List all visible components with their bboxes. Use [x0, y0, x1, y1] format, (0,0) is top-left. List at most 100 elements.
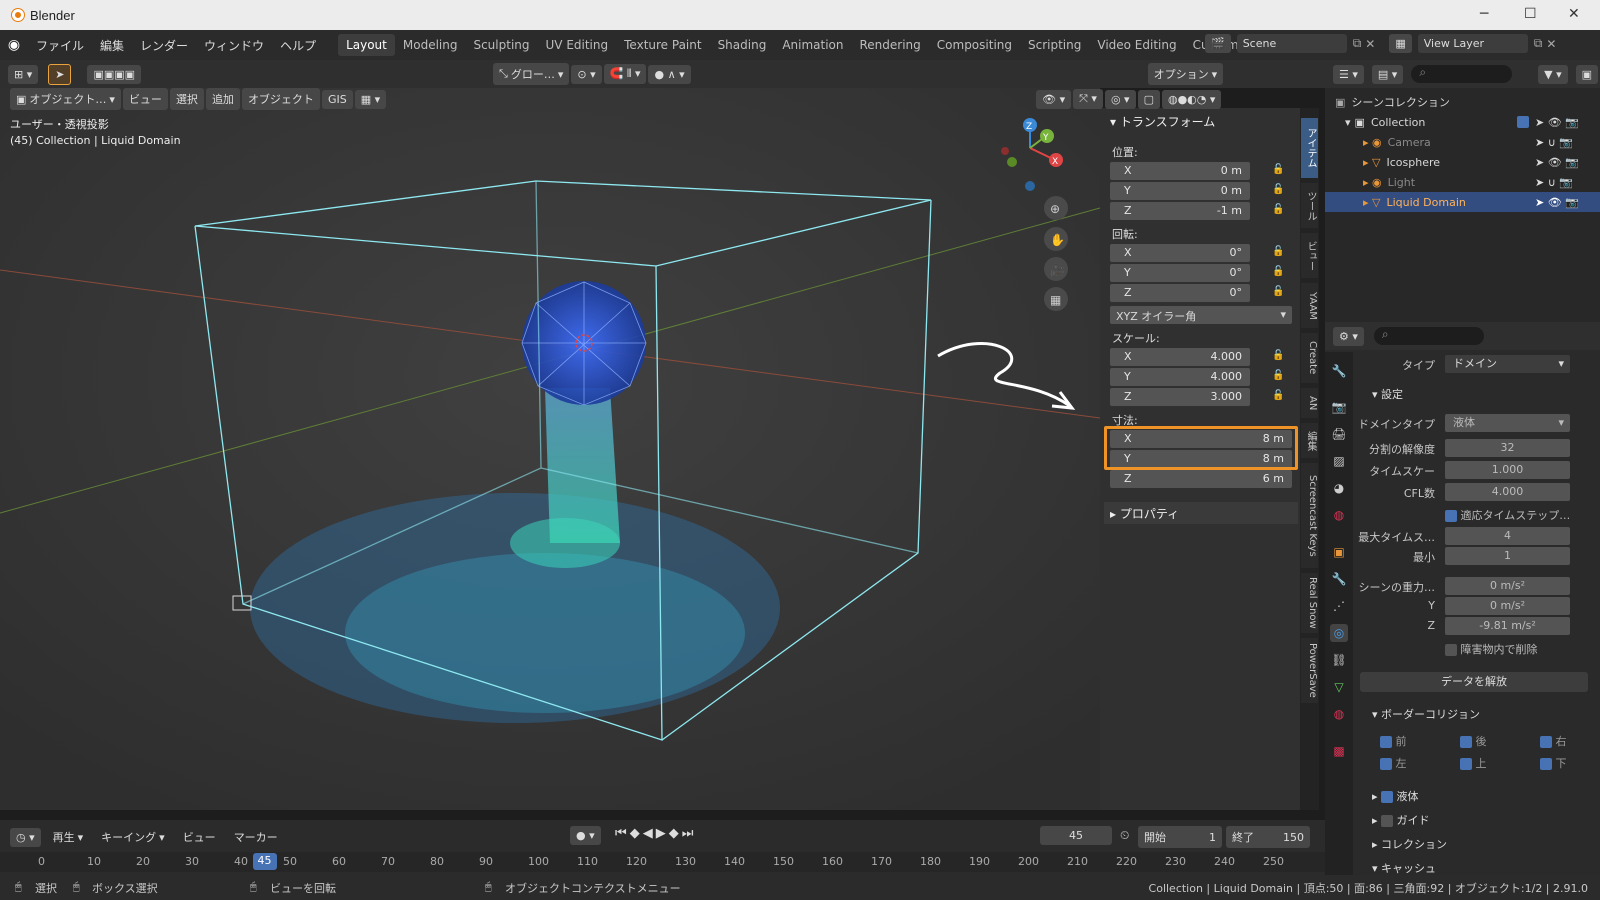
free-data-button[interactable]: データを解放 [1360, 672, 1588, 692]
editor-type-button[interactable]: ⊞ ▾ [8, 64, 39, 84]
start-frame-field[interactable]: 開始 1 [1138, 826, 1222, 848]
scene-icon[interactable]: 🎬 [1205, 34, 1231, 53]
rotation-z-field[interactable]: Z 0° [1110, 284, 1250, 302]
gis-menu[interactable]: GIS [321, 89, 353, 109]
menu-help[interactable]: ヘルプ [272, 37, 324, 54]
outliner-item-camera[interactable]: ▸ ◉ Camera ➤ ∪ 📷 [1325, 132, 1600, 152]
editor-type-button[interactable]: ☰ ▾ [1333, 64, 1364, 84]
editor-type-button[interactable]: ◷ ▾ [10, 827, 41, 847]
end-frame-field[interactable]: 終了 150 [1226, 826, 1310, 848]
current-frame-marker[interactable]: 45 [252, 853, 277, 870]
border-left-checkbox[interactable]: 左 [1380, 755, 1407, 771]
collection-panel[interactable]: ▸ コレクション [1372, 836, 1447, 852]
tab-shading[interactable]: Shading [710, 34, 775, 56]
frame-ruler[interactable]: 0 10 20 30 40 50 60 70 80 90 100 110 120 130 140 150 160… [0, 852, 1325, 872]
scale-y-field[interactable]: Y 4.000 [1110, 368, 1250, 386]
lock-icon[interactable]: 🔓 [1272, 286, 1286, 300]
playback-controls[interactable]: ⏮◆◀▶◆⏭ [615, 826, 696, 841]
select-tool-icon[interactable]: ➤ [48, 63, 72, 85]
display-mode-button[interactable]: ▤ ▾ [1371, 64, 1404, 84]
search-icon[interactable]: ⌕ [1373, 327, 1484, 345]
copy-view-layer-icon[interactable]: ⧉ [1534, 36, 1543, 51]
tab-real-snow[interactable]: Real Snow [1301, 573, 1318, 633]
editor-type-button[interactable]: ⚙ ▾ [1333, 326, 1364, 346]
tab-animation[interactable]: Animation [774, 34, 851, 56]
render-tab-icon[interactable]: 📷 [1330, 398, 1348, 416]
max-timestep-field[interactable]: 4 [1445, 527, 1570, 545]
proportional-edit-button[interactable]: ● ∧ ▾ [648, 64, 691, 84]
domain-type-dropdown[interactable]: 液体 ▾ [1445, 414, 1570, 432]
scale-z-field[interactable]: Z 3.000 [1110, 388, 1250, 406]
border-front-checkbox[interactable]: 前 [1380, 733, 1407, 749]
gravity-y-field[interactable]: 0 m/s² [1445, 597, 1570, 615]
tab-view[interactable]: ビュー [1301, 233, 1318, 278]
constraints-tab-icon[interactable]: ⛓ [1330, 651, 1348, 669]
outliner-item-light[interactable]: ▸ ◉ Light ➤ ∪ 📷 [1325, 172, 1600, 192]
tab-scripting[interactable]: Scripting [1020, 34, 1089, 56]
guide-panel[interactable]: ▸ ガイド [1372, 812, 1430, 828]
view-menu[interactable]: ビュー [122, 88, 168, 110]
snap-dropdown[interactable]: 🧲 ⫴ ▾ [603, 64, 647, 84]
lock-icon[interactable]: 🔓 [1272, 246, 1286, 260]
properties-panel-header[interactable]: ▸ プロパティ [1104, 502, 1298, 524]
border-back-checkbox[interactable]: 後 [1460, 733, 1487, 749]
view-menu[interactable]: ビュー [177, 826, 222, 848]
adaptive-timestep-checkbox[interactable]: 適応タイムステップ… [1445, 507, 1570, 523]
lock-icon[interactable]: 🔓 [1272, 350, 1286, 364]
options-dropdown[interactable]: オプション ▾ [1147, 63, 1224, 85]
lock-icon[interactable]: 🔓 [1272, 184, 1286, 198]
lock-icon[interactable]: 🔓 [1272, 204, 1286, 218]
gizmo-dropdown[interactable]: ⤧ ▾ [1073, 89, 1103, 109]
delete-view-layer-icon[interactable]: ✕ [1546, 37, 1556, 51]
minimize-icon[interactable]: ─ [1480, 6, 1488, 22]
cfl-field[interactable]: 4.000 [1445, 483, 1570, 501]
menu-render[interactable]: レンダー [132, 37, 196, 54]
playback-menu[interactable]: 再生 ▾ [47, 826, 90, 848]
tab-modeling[interactable]: Modeling [395, 34, 466, 56]
copy-icon[interactable]: ⧉ [1353, 36, 1362, 51]
tab-screencast-keys[interactable]: Screencast Keys [1301, 463, 1318, 568]
keying-menu[interactable]: キーイング ▾ [95, 826, 171, 848]
tab-powersave[interactable]: PowerSave [1301, 638, 1318, 703]
rotation-mode-dropdown[interactable]: XYZ オイラー角 ▾ [1110, 306, 1292, 324]
outliner-item-liquid-domain[interactable]: ▸ ▽ Liquid Domain ➤ 👁 📷 [1325, 192, 1600, 212]
lock-icon[interactable]: 🔓 [1272, 266, 1286, 280]
delete-scene-icon[interactable]: ✕ [1365, 37, 1375, 51]
border-collision-header[interactable]: ▾ ボーダーコリジョン [1372, 706, 1480, 722]
menu-file[interactable]: ファイル [28, 37, 92, 54]
search-icon[interactable]: ⌕ [1411, 65, 1513, 83]
texture-tab-icon[interactable]: ▩ [1330, 742, 1348, 760]
filter-icon[interactable]: ▼ ▾ [1538, 64, 1568, 84]
outliner-root[interactable]: ▣ シーンコレクション [1325, 92, 1600, 112]
tab-video-editing[interactable]: Video Editing [1089, 34, 1184, 56]
border-bottom-checkbox[interactable]: 下 [1540, 755, 1567, 771]
delete-in-obstacle-checkbox[interactable]: 障害物内で削除 [1445, 641, 1538, 657]
menu-window[interactable]: ウィンドウ [196, 37, 272, 54]
liquid-panel[interactable]: ▸ 液体 [1372, 788, 1419, 804]
view-layer-icon[interactable]: ▦ [1389, 34, 1412, 53]
view-layer-field[interactable]: View Layer [1417, 34, 1528, 53]
tab-compositing[interactable]: Compositing [929, 34, 1020, 56]
tab-rendering[interactable]: Rendering [852, 34, 929, 56]
marker-menu[interactable]: マーカー [228, 826, 284, 848]
location-z-field[interactable]: Z -1 m [1110, 202, 1250, 220]
outliner-item-icosphere[interactable]: ▸ ▽ Icosphere ➤ 👁 📷 [1325, 152, 1600, 172]
tab-sculpting[interactable]: Sculpting [465, 34, 537, 56]
tab-item[interactable]: アイテム [1301, 118, 1318, 178]
shading-buttons[interactable]: ◍●◐◔ ▾ [1161, 89, 1222, 109]
maximize-icon[interactable]: ☐ [1524, 6, 1537, 22]
object-menu[interactable]: オブジェクト [241, 88, 320, 110]
lock-icon[interactable]: 🔓 [1272, 164, 1286, 178]
mode-dropdown[interactable]: ▣ オブジェクト… ▾ [10, 88, 121, 110]
dimensions-z-field[interactable]: Z6 m [1110, 470, 1292, 488]
gravity-z-field[interactable]: -9.81 m/s² [1445, 617, 1570, 635]
tab-texture-paint[interactable]: Texture Paint [616, 34, 709, 56]
time-scale-field[interactable]: 1.000 [1445, 461, 1570, 479]
current-frame-field[interactable]: 45 [1040, 826, 1112, 845]
pivot-dropdown[interactable]: ⊙ ▾ [571, 64, 602, 84]
scene-field[interactable]: Scene [1236, 34, 1347, 53]
visibility-dropdown[interactable]: 👁 ▾ [1036, 89, 1072, 109]
tool-tab-icon[interactable]: 🔧 [1330, 362, 1348, 380]
border-top-checkbox[interactable]: 上 [1460, 755, 1487, 771]
outliner-item-collection[interactable]: ▾ ▣ Collection ➤ 👁 📷 [1325, 112, 1600, 132]
